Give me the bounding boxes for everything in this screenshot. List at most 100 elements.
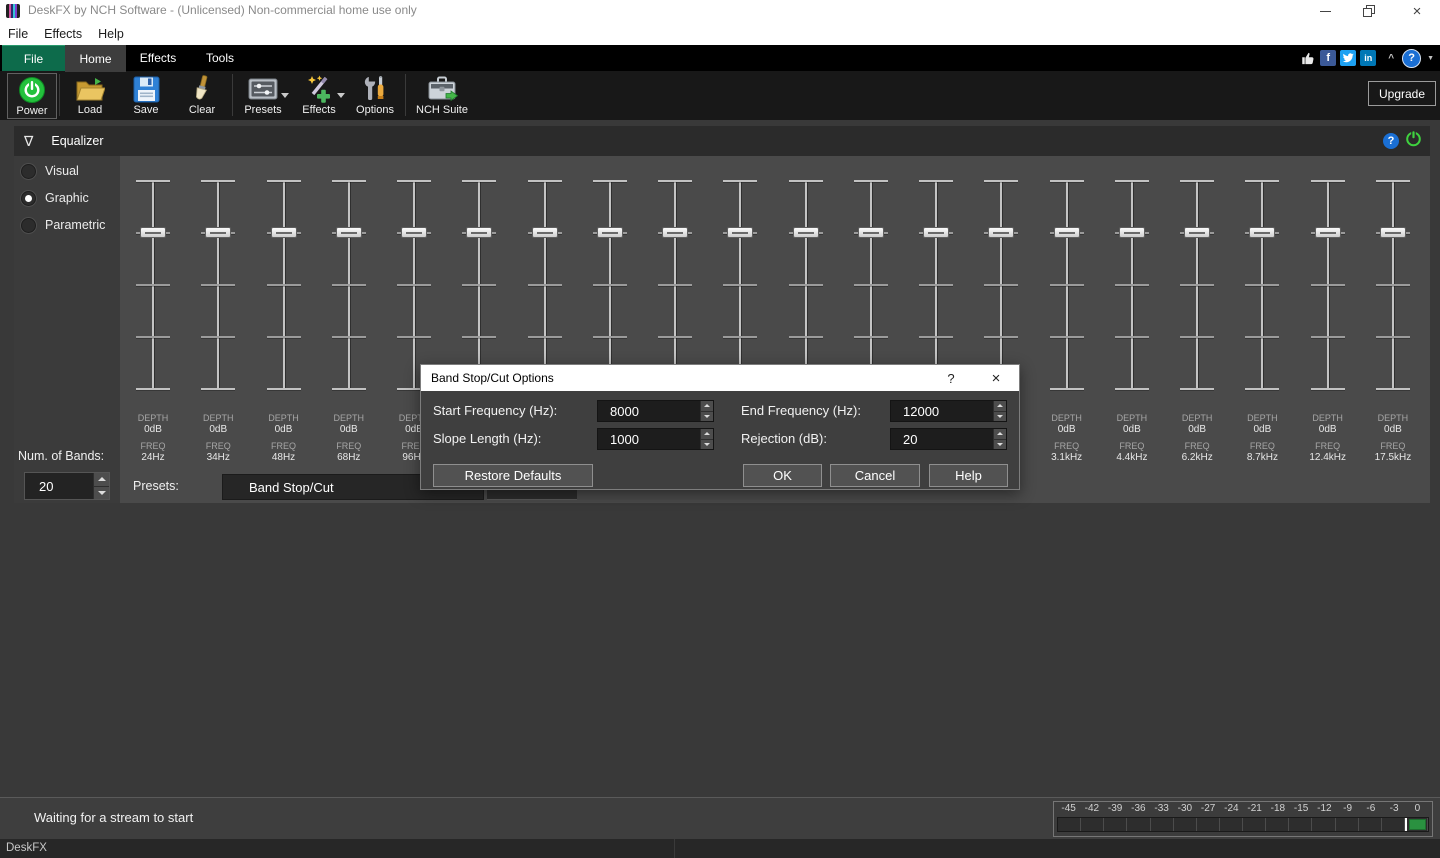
menu-file[interactable]: File xyxy=(8,27,28,41)
slider-handle[interactable] xyxy=(140,227,166,238)
slider-handle[interactable] xyxy=(1119,227,1145,238)
slider-tick xyxy=(1115,284,1149,286)
slider-handle[interactable] xyxy=(1315,227,1341,238)
minimize-button[interactable] xyxy=(1308,0,1342,22)
cancel-button[interactable]: Cancel xyxy=(830,464,920,487)
stepper-down-button[interactable] xyxy=(93,486,109,500)
options-button[interactable]: Options xyxy=(347,73,403,119)
restore-button[interactable] xyxy=(1352,0,1386,22)
close-button[interactable]: × xyxy=(1400,0,1434,22)
num-of-bands-stepper[interactable]: 20 xyxy=(24,472,110,500)
up-arrow-icon xyxy=(98,477,106,481)
spin-down-button[interactable] xyxy=(700,411,713,422)
spin-down-button[interactable] xyxy=(700,439,713,450)
tab-home[interactable]: Home xyxy=(65,45,126,72)
mode-radio-graphic[interactable]: Graphic xyxy=(21,190,89,206)
slider-tick xyxy=(789,180,823,182)
effects-button[interactable]: Effects xyxy=(291,73,347,119)
slider-handle[interactable] xyxy=(923,227,949,238)
eq-band-17.5kHz[interactable]: DEPTH0dBFREQ17.5kHz xyxy=(1360,156,1426,503)
slider-handle[interactable] xyxy=(336,227,362,238)
eq-band-24Hz[interactable]: DEPTH0dBFREQ24Hz xyxy=(120,156,186,503)
eq-band-68Hz[interactable]: DEPTH0dBFREQ68Hz xyxy=(316,156,382,503)
slope-length-input[interactable]: 1000 xyxy=(597,428,714,450)
dialog-close-button[interactable]: × xyxy=(981,365,1011,391)
spin-up-button[interactable] xyxy=(993,401,1006,411)
slider-tick xyxy=(1245,388,1279,390)
facebook-icon[interactable]: f xyxy=(1320,50,1336,66)
slider-handle[interactable] xyxy=(727,227,753,238)
app-icon xyxy=(6,4,20,18)
tab-effects[interactable]: Effects xyxy=(126,45,190,71)
mode-radio-visual[interactable]: Visual xyxy=(21,163,79,179)
toolbar-button-label: Clear xyxy=(189,104,215,116)
slider-handle[interactable] xyxy=(1249,227,1275,238)
menu-effects[interactable]: Effects xyxy=(44,27,82,41)
help-icon[interactable]: ? xyxy=(1402,49,1421,68)
slider-handle[interactable] xyxy=(988,227,1014,238)
linkedin-icon[interactable]: in xyxy=(1360,50,1376,66)
dropdown-caret-icon[interactable] xyxy=(281,93,289,98)
presets-button[interactable]: Presets xyxy=(235,73,291,119)
nch-suite-button[interactable]: NCH Suite xyxy=(408,73,476,119)
eq-band-12.4kHz[interactable]: DEPTH0dBFREQ12.4kHz xyxy=(1295,156,1361,503)
eq-band-4.4kHz[interactable]: DEPTH0dBFREQ4.4kHz xyxy=(1099,156,1165,503)
eq-band-34Hz[interactable]: DEPTH0dBFREQ34Hz xyxy=(185,156,251,503)
slider-handle[interactable] xyxy=(597,227,623,238)
spin-down-button[interactable] xyxy=(993,439,1006,450)
twitter-icon[interactable] xyxy=(1340,50,1356,66)
dropdown-caret-icon[interactable] xyxy=(337,93,345,98)
slider-handle[interactable] xyxy=(205,227,231,238)
start-frequency-input[interactable]: 8000 xyxy=(597,400,714,422)
load-button[interactable]: Load xyxy=(62,73,118,119)
ribbon-toolbar: PowerLoadSave Clear PresetsEffectsOptionsN… xyxy=(0,71,1440,120)
slider-handle[interactable] xyxy=(466,227,492,238)
rejection-input[interactable]: 20 xyxy=(890,428,1007,450)
eq-band-3.1kHz[interactable]: DEPTH0dBFREQ3.1kHz xyxy=(1034,156,1100,503)
slider-handle[interactable] xyxy=(1380,227,1406,238)
panel-help-icon[interactable]: ? xyxy=(1383,133,1399,149)
slider-handle[interactable] xyxy=(532,227,558,238)
spin-up-button[interactable] xyxy=(993,429,1006,439)
spin-up-button[interactable] xyxy=(700,429,713,439)
restore-defaults-button[interactable]: Restore Defaults xyxy=(433,464,593,487)
tab-file[interactable]: File xyxy=(2,45,65,72)
slider-handle[interactable] xyxy=(1184,227,1210,238)
slider-handle[interactable] xyxy=(858,227,884,238)
ok-button[interactable]: OK xyxy=(743,464,822,487)
tab-tools[interactable]: Tools xyxy=(190,45,250,71)
toolbar-separator xyxy=(59,74,60,116)
slider-handle[interactable] xyxy=(401,227,427,238)
mode-radio-parametric[interactable]: Parametric xyxy=(21,217,105,233)
power-button[interactable]: Power xyxy=(7,73,57,119)
slider-tick xyxy=(462,284,496,286)
eq-band-8.7kHz[interactable]: DEPTH0dBFREQ8.7kHz xyxy=(1229,156,1295,503)
clear-button[interactable]: Clear xyxy=(174,73,230,119)
help-caret-icon[interactable]: ▼ xyxy=(1427,55,1434,62)
save-button[interactable]: Save xyxy=(118,73,174,119)
eq-band-48Hz[interactable]: DEPTH0dBFREQ48Hz xyxy=(251,156,317,503)
slider-handle[interactable] xyxy=(271,227,297,238)
spin-up-button[interactable] xyxy=(700,401,713,411)
rejection-value: 20 xyxy=(903,432,917,447)
depth-caption: DEPTH xyxy=(1229,413,1295,424)
dialog-help-button[interactable]: ? xyxy=(936,365,966,391)
slider-handle[interactable] xyxy=(793,227,819,238)
spin-down-button[interactable] xyxy=(993,411,1006,422)
slider-handle[interactable] xyxy=(1054,227,1080,238)
panel-power-icon[interactable] xyxy=(1405,130,1422,152)
slider-tick xyxy=(658,284,692,286)
help-button[interactable]: Help xyxy=(929,464,1008,487)
menu-help[interactable]: Help xyxy=(98,27,124,41)
start-frequency-value: 8000 xyxy=(610,404,639,419)
collapse-triangle-icon[interactable]: ∇ xyxy=(24,133,33,150)
like-icon[interactable] xyxy=(1300,50,1316,66)
chevron-up-icon[interactable]: ^ xyxy=(1388,53,1394,64)
freq-caption: FREQ xyxy=(1099,441,1165,452)
upgrade-button[interactable]: Upgrade xyxy=(1368,81,1436,106)
stepper-up-button[interactable] xyxy=(93,473,109,486)
slider-tick xyxy=(136,284,170,286)
slider-handle[interactable] xyxy=(662,227,688,238)
end-frequency-input[interactable]: 12000 xyxy=(890,400,1007,422)
eq-band-6.2kHz[interactable]: DEPTH0dBFREQ6.2kHz xyxy=(1164,156,1230,503)
